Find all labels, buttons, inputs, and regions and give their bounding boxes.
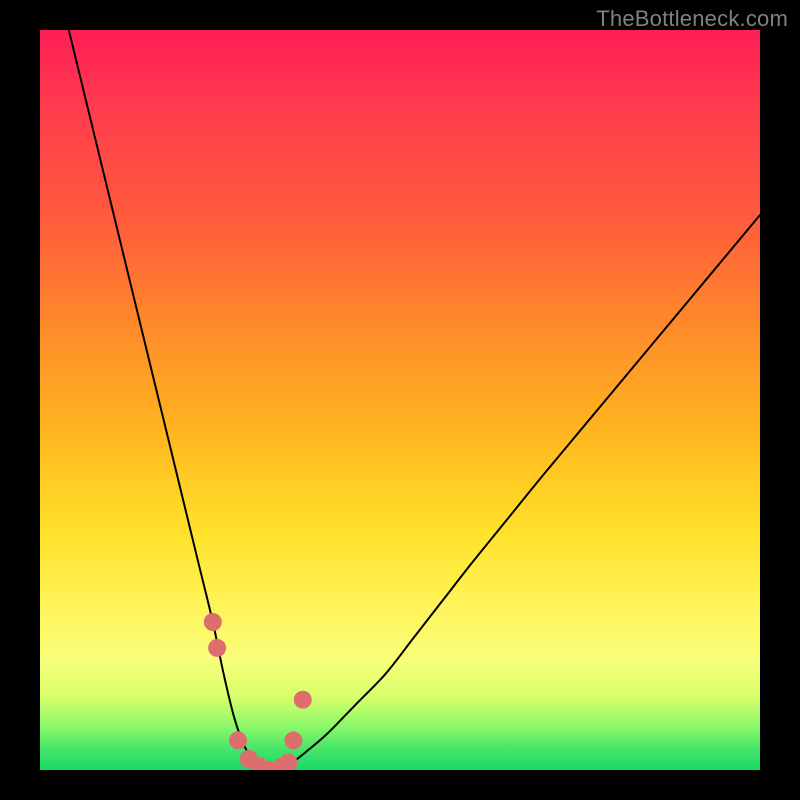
- highlight-dot: [229, 731, 247, 749]
- highlight-dot: [204, 613, 222, 631]
- chart-frame: TheBottleneck.com: [0, 0, 800, 800]
- highlight-dot: [279, 754, 297, 770]
- plot-area: [40, 30, 760, 770]
- highlight-dot: [284, 731, 302, 749]
- curve-layer: [40, 30, 760, 770]
- highlight-dot: [294, 691, 312, 709]
- bottleneck-curve: [69, 30, 760, 770]
- highlight-dots: [204, 613, 312, 770]
- watermark-text: TheBottleneck.com: [596, 6, 788, 32]
- highlight-dot: [208, 639, 226, 657]
